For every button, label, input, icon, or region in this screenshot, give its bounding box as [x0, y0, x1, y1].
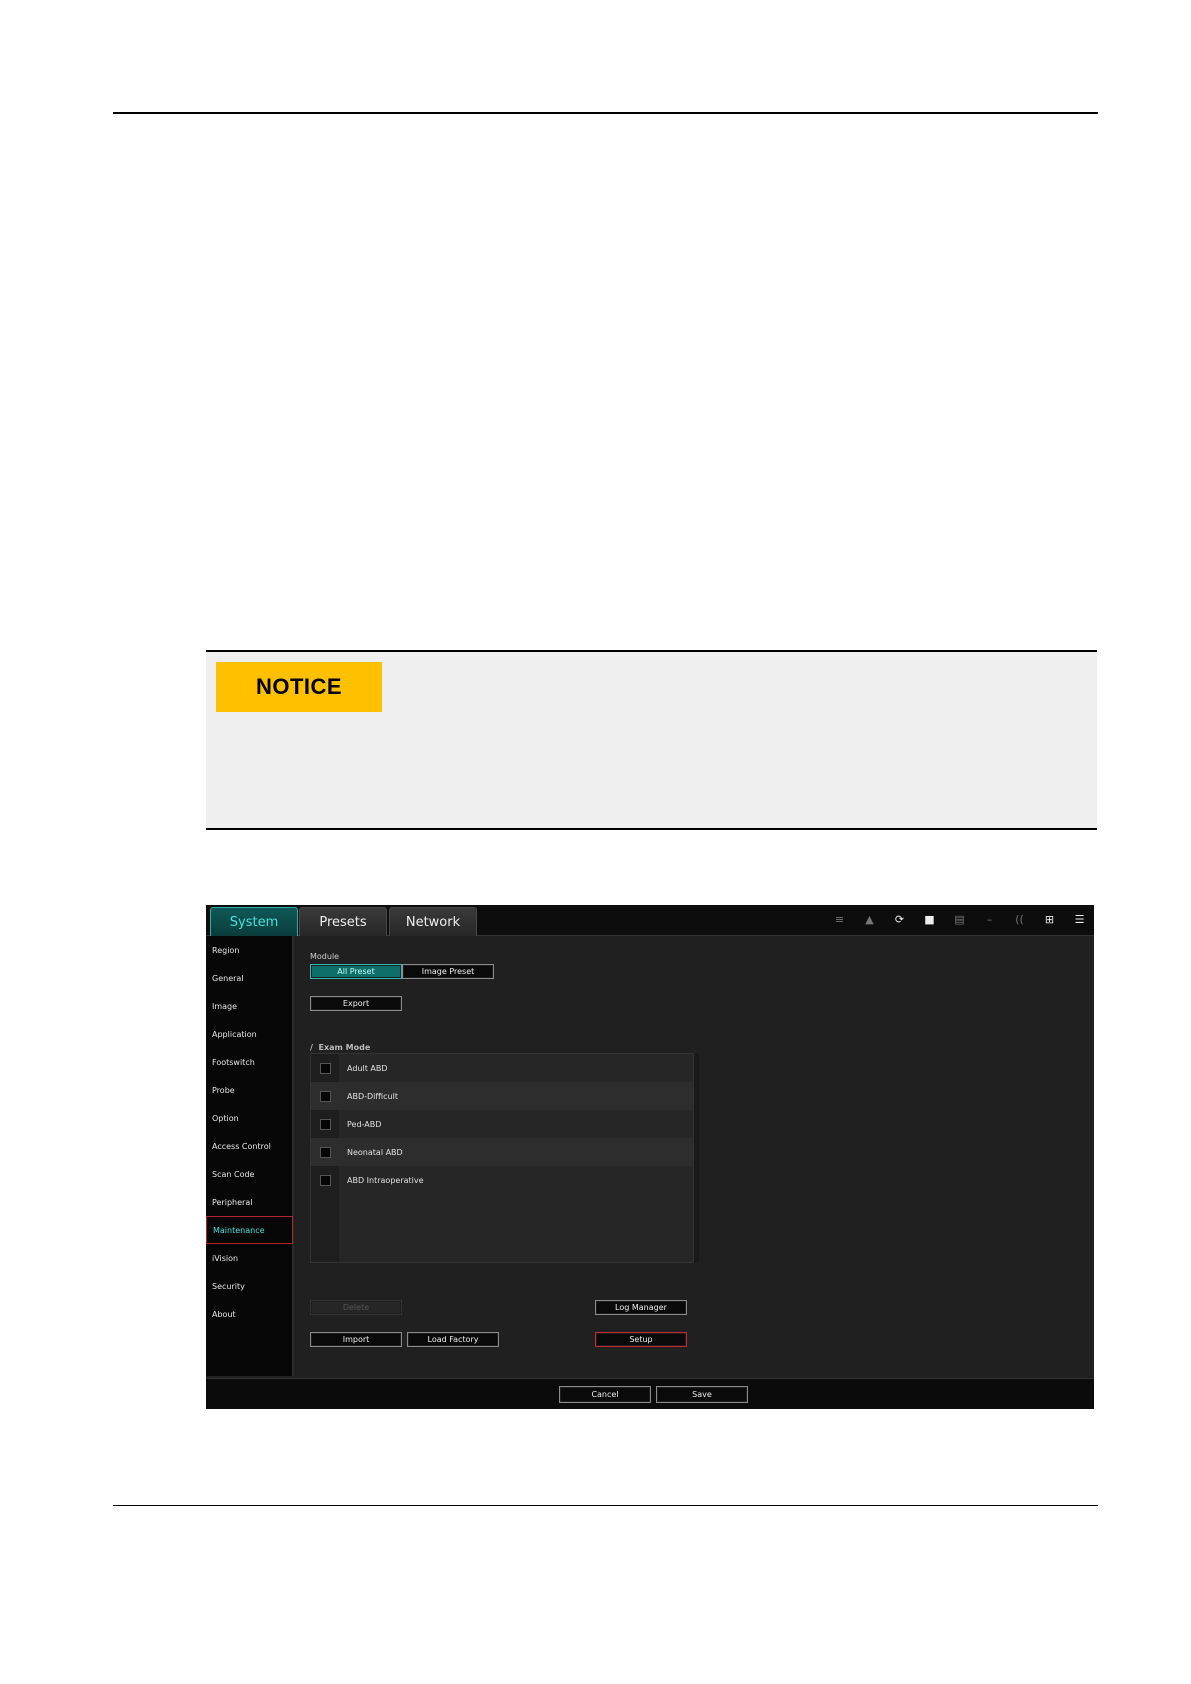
sidebar-item-image[interactable]: Image	[206, 992, 292, 1020]
module-label: Module	[310, 952, 340, 961]
footer-rule	[113, 1505, 1098, 1506]
tab-system[interactable]: System	[210, 907, 298, 936]
sidebar-item-peripheral[interactable]: Peripheral	[206, 1188, 292, 1216]
printer-icon: ▤	[954, 913, 965, 926]
status-icons: ≡ ▲ ⟳ ■ ▤ – (( ⊞ ☰	[831, 911, 1088, 928]
sidebar-item-about[interactable]: About	[206, 1300, 292, 1328]
wireless-icon: ((	[1015, 913, 1024, 926]
menu-icon: ☰	[1074, 913, 1085, 926]
export-button[interactable]: Export	[310, 996, 402, 1011]
exam-mode-title: / Exam Mode	[310, 1043, 371, 1052]
setup-button[interactable]: Setup	[595, 1332, 687, 1347]
import-button[interactable]: Import	[310, 1332, 402, 1347]
sidebar-item-access-control[interactable]: Access Control	[206, 1132, 292, 1160]
image-preset-button[interactable]: Image Preset	[402, 964, 494, 979]
sidebar-item-maintenance[interactable]: Maintenance	[206, 1216, 293, 1244]
sidebar-item-scan-code[interactable]: Scan Code	[206, 1160, 292, 1188]
list-item[interactable]: Adult ABD	[311, 1054, 693, 1082]
sidebar-item-application[interactable]: Application	[206, 1020, 292, 1048]
exam-mode-label: ABD Intraoperative	[347, 1175, 424, 1185]
sidebar-item-general[interactable]: General	[206, 964, 292, 992]
refresh-icon: ⟳	[894, 913, 905, 926]
checkbox[interactable]	[320, 1090, 331, 1102]
checkbox[interactable]	[320, 1146, 331, 1158]
sidebar-item-probe[interactable]: Probe	[206, 1076, 292, 1104]
screenshot-window: System Presets Network ≡ ▲ ⟳ ■ ▤ – (( ⊞ …	[206, 905, 1094, 1409]
cancel-button[interactable]: Cancel	[559, 1386, 651, 1403]
checkbox[interactable]	[320, 1118, 331, 1130]
checkbox[interactable]	[320, 1174, 331, 1186]
top-tab-bar: System Presets Network ≡ ▲ ⟳ ■ ▤ – (( ⊞ …	[206, 905, 1094, 936]
exam-mode-label: Neonatal ABD	[347, 1147, 403, 1157]
sidebar: Region General Image Application Footswi…	[206, 936, 294, 1376]
tab-network[interactable]: Network	[389, 907, 477, 936]
cable-icon: –	[986, 913, 993, 926]
sidebar-item-security[interactable]: Security	[206, 1272, 292, 1300]
tab-presets[interactable]: Presets	[299, 907, 387, 936]
exam-mode-list: Adult ABD ABD-Difficult Ped-ABD Neonatal…	[310, 1053, 694, 1263]
delete-button[interactable]: Delete	[310, 1300, 402, 1315]
exam-mode-label: Adult ABD	[347, 1063, 388, 1073]
exam-mode-label: Ped-ABD	[347, 1119, 382, 1129]
notice-tag: NOTICE	[216, 662, 382, 712]
list-item[interactable]: Ped-ABD	[311, 1110, 693, 1138]
checkbox[interactable]	[320, 1062, 331, 1074]
load-factory-button[interactable]: Load Factory	[407, 1332, 499, 1347]
list-item[interactable]: ABD-Difficult	[311, 1082, 693, 1110]
sidebar-item-region[interactable]: Region	[206, 936, 292, 964]
header-rule	[113, 112, 1098, 114]
exam-list-scrollbar[interactable]	[694, 1053, 699, 1263]
exam-mode-title-text: Exam Mode	[318, 1043, 371, 1052]
all-preset-button[interactable]: All Preset	[310, 964, 402, 979]
video-icon: ■	[924, 913, 935, 926]
bottom-bar: Cancel Save	[206, 1378, 1094, 1409]
sidebar-item-ivision[interactable]: iVision	[206, 1244, 292, 1272]
exam-mode-label: ABD-Difficult	[347, 1091, 398, 1101]
sidebar-item-option[interactable]: Option	[206, 1104, 292, 1132]
tree-icon: ▲	[865, 913, 874, 926]
notice-box: NOTICE	[206, 650, 1097, 830]
sidebar-item-footswitch[interactable]: Footswitch	[206, 1048, 292, 1076]
list-item[interactable]: Neonatal ABD	[311, 1138, 693, 1166]
network-icon: ⊞	[1044, 913, 1055, 926]
log-manager-button[interactable]: Log Manager	[595, 1300, 687, 1315]
save-button[interactable]: Save	[656, 1386, 748, 1403]
list-icon: ≡	[834, 913, 845, 926]
list-item[interactable]: ABD Intraoperative	[311, 1166, 693, 1194]
